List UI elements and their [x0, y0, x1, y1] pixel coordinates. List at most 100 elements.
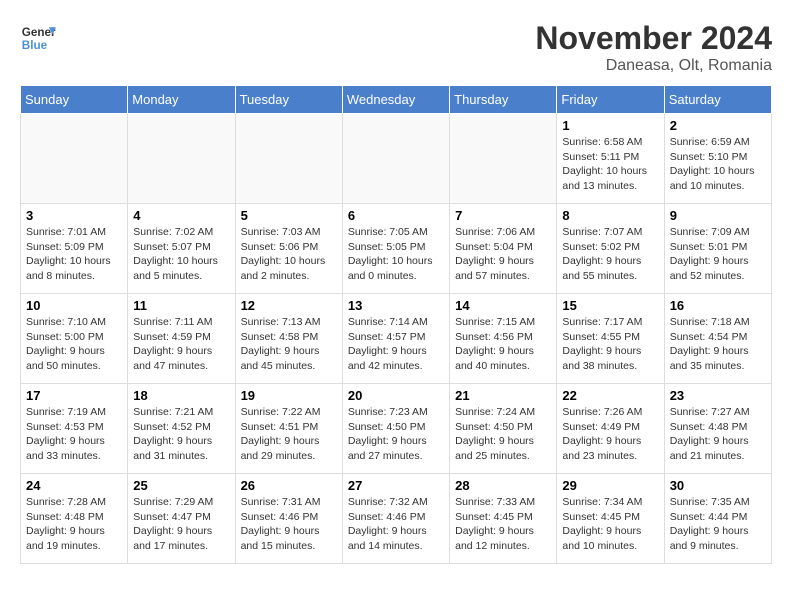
calendar-cell: 1 Sunrise: 6:58 AM Sunset: 5:11 PM Daylig… [557, 114, 664, 204]
calendar-cell: 15Sunrise: 7:17 AM Sunset: 4:55 PM Dayli… [557, 294, 664, 384]
calendar-table: Sunday Monday Tuesday Wednesday Thursday… [20, 85, 772, 564]
day-number: 30 [670, 478, 766, 493]
day-number: 17 [26, 388, 122, 403]
day-info: Sunrise: 7:01 AM Sunset: 5:09 PM Dayligh… [26, 225, 122, 284]
day-number: 24 [26, 478, 122, 493]
month-title: November 2024 [535, 20, 772, 57]
col-thursday: Thursday [450, 86, 557, 114]
day-number: 5 [241, 208, 337, 223]
calendar-cell: 2 Sunrise: 6:59 AM Sunset: 5:10 PM Daylig… [664, 114, 771, 204]
day-info: Sunrise: 7:32 AM Sunset: 4:46 PM Dayligh… [348, 495, 444, 554]
calendar-cell: 8Sunrise: 7:07 AM Sunset: 5:02 PM Daylig… [557, 204, 664, 294]
calendar-cell: 12Sunrise: 7:13 AM Sunset: 4:58 PM Dayli… [235, 294, 342, 384]
calendar-cell: 11Sunrise: 7:11 AM Sunset: 4:59 PM Dayli… [128, 294, 235, 384]
calendar-cell: 28Sunrise: 7:33 AM Sunset: 4:45 PM Dayli… [450, 474, 557, 564]
calendar-cell: 5 Sunrise: 7:03 AM Sunset: 5:06 PM Daylig… [235, 204, 342, 294]
calendar-cell: 18 Sunrise: 7:21 AM Sunset: 4:52 PM Dayli… [128, 384, 235, 474]
calendar-cell: 3 Sunrise: 7:01 AM Sunset: 5:09 PM Daylig… [21, 204, 128, 294]
day-info: Sunrise: 7:35 AM Sunset: 4:44 PM Dayligh… [670, 495, 766, 554]
day-info: Sunrise: 7:11 AM Sunset: 4:59 PM Dayligh… [133, 315, 229, 374]
day-number: 13 [348, 298, 444, 313]
day-info: Sunrise: 7:24 AM Sunset: 4:50 PM Dayligh… [455, 405, 551, 464]
day-number: 2 [670, 118, 766, 133]
logo: General Blue [20, 20, 56, 56]
calendar-cell: 6 Sunrise: 7:05 AM Sunset: 5:05 PM Daylig… [342, 204, 449, 294]
calendar-cell [235, 114, 342, 204]
calendar-cell: 9 Sunrise: 7:09 AM Sunset: 5:01 PM Daylig… [664, 204, 771, 294]
day-info: Sunrise: 6:59 AM Sunset: 5:10 PM Dayligh… [670, 135, 766, 194]
calendar-cell: 13Sunrise: 7:14 AM Sunset: 4:57 PM Dayli… [342, 294, 449, 384]
day-info: Sunrise: 7:22 AM Sunset: 4:51 PM Dayligh… [241, 405, 337, 464]
day-number: 28 [455, 478, 551, 493]
calendar-week-4: 24 Sunrise: 7:28 AM Sunset: 4:48 PM Dayli… [21, 474, 772, 564]
day-number: 26 [241, 478, 337, 493]
day-number: 3 [26, 208, 122, 223]
calendar-cell: 21 Sunrise: 7:24 AM Sunset: 4:50 PM Dayli… [450, 384, 557, 474]
day-number: 23 [670, 388, 766, 403]
day-info: Sunrise: 7:13 AM Sunset: 4:58 PM Dayligh… [241, 315, 337, 374]
day-number: 19 [241, 388, 337, 403]
col-friday: Friday [557, 86, 664, 114]
calendar-cell [342, 114, 449, 204]
calendar-cell: 27 Sunrise: 7:32 AM Sunset: 4:46 PM Dayli… [342, 474, 449, 564]
day-number: 7 [455, 208, 551, 223]
day-info: Sunrise: 7:27 AM Sunset: 4:48 PM Dayligh… [670, 405, 766, 464]
page-header: General Blue November 2024 Daneasa, Olt,… [20, 20, 772, 75]
calendar-week-0: 1 Sunrise: 6:58 AM Sunset: 5:11 PM Daylig… [21, 114, 772, 204]
day-info: Sunrise: 7:03 AM Sunset: 5:06 PM Dayligh… [241, 225, 337, 284]
day-number: 4 [133, 208, 229, 223]
day-info: Sunrise: 7:07 AM Sunset: 5:02 PM Dayligh… [562, 225, 658, 284]
location: Daneasa, Olt, Romania [535, 57, 772, 75]
calendar-cell: 17 Sunrise: 7:19 AM Sunset: 4:53 PM Dayli… [21, 384, 128, 474]
calendar-week-1: 3 Sunrise: 7:01 AM Sunset: 5:09 PM Daylig… [21, 204, 772, 294]
day-number: 9 [670, 208, 766, 223]
day-number: 6 [348, 208, 444, 223]
calendar-cell: 29Sunrise: 7:34 AM Sunset: 4:45 PM Dayli… [557, 474, 664, 564]
calendar-cell: 16Sunrise: 7:18 AM Sunset: 4:54 PM Dayli… [664, 294, 771, 384]
day-number: 10 [26, 298, 122, 313]
day-number: 21 [455, 388, 551, 403]
col-saturday: Saturday [664, 86, 771, 114]
col-monday: Monday [128, 86, 235, 114]
day-info: Sunrise: 6:58 AM Sunset: 5:11 PM Dayligh… [562, 135, 658, 194]
calendar-cell [128, 114, 235, 204]
calendar-cell: 19 Sunrise: 7:22 AM Sunset: 4:51 PM Dayli… [235, 384, 342, 474]
day-info: Sunrise: 7:29 AM Sunset: 4:47 PM Dayligh… [133, 495, 229, 554]
calendar-cell: 7 Sunrise: 7:06 AM Sunset: 5:04 PM Daylig… [450, 204, 557, 294]
day-info: Sunrise: 7:02 AM Sunset: 5:07 PM Dayligh… [133, 225, 229, 284]
col-sunday: Sunday [21, 86, 128, 114]
col-wednesday: Wednesday [342, 86, 449, 114]
day-info: Sunrise: 7:06 AM Sunset: 5:04 PM Dayligh… [455, 225, 551, 284]
calendar-cell [21, 114, 128, 204]
calendar-cell: 23 Sunrise: 7:27 AM Sunset: 4:48 PM Dayli… [664, 384, 771, 474]
day-number: 29 [562, 478, 658, 493]
calendar-cell: 25Sunrise: 7:29 AM Sunset: 4:47 PM Dayli… [128, 474, 235, 564]
day-info: Sunrise: 7:21 AM Sunset: 4:52 PM Dayligh… [133, 405, 229, 464]
day-info: Sunrise: 7:05 AM Sunset: 5:05 PM Dayligh… [348, 225, 444, 284]
calendar-week-2: 10 Sunrise: 7:10 AM Sunset: 5:00 PM Dayli… [21, 294, 772, 384]
day-number: 1 [562, 118, 658, 133]
day-info: Sunrise: 7:28 AM Sunset: 4:48 PM Dayligh… [26, 495, 122, 554]
calendar-cell: 30 Sunrise: 7:35 AM Sunset: 4:44 PM Dayli… [664, 474, 771, 564]
day-number: 18 [133, 388, 229, 403]
logo-icon: General Blue [20, 20, 56, 56]
day-info: Sunrise: 7:10 AM Sunset: 5:00 PM Dayligh… [26, 315, 122, 374]
calendar-header-row: Sunday Monday Tuesday Wednesday Thursday… [21, 86, 772, 114]
calendar-cell: 22Sunrise: 7:26 AM Sunset: 4:49 PM Dayli… [557, 384, 664, 474]
day-info: Sunrise: 7:19 AM Sunset: 4:53 PM Dayligh… [26, 405, 122, 464]
col-tuesday: Tuesday [235, 86, 342, 114]
calendar-cell: 14Sunrise: 7:15 AM Sunset: 4:56 PM Dayli… [450, 294, 557, 384]
title-block: November 2024 Daneasa, Olt, Romania [535, 20, 772, 75]
day-number: 15 [562, 298, 658, 313]
calendar-cell: 10 Sunrise: 7:10 AM Sunset: 5:00 PM Dayli… [21, 294, 128, 384]
calendar-cell: 24 Sunrise: 7:28 AM Sunset: 4:48 PM Dayli… [21, 474, 128, 564]
day-info: Sunrise: 7:18 AM Sunset: 4:54 PM Dayligh… [670, 315, 766, 374]
calendar-cell [450, 114, 557, 204]
day-number: 27 [348, 478, 444, 493]
day-info: Sunrise: 7:09 AM Sunset: 5:01 PM Dayligh… [670, 225, 766, 284]
calendar-cell: 4 Sunrise: 7:02 AM Sunset: 5:07 PM Daylig… [128, 204, 235, 294]
calendar-week-3: 17 Sunrise: 7:19 AM Sunset: 4:53 PM Dayli… [21, 384, 772, 474]
calendar-cell: 26 Sunrise: 7:31 AM Sunset: 4:46 PM Dayli… [235, 474, 342, 564]
day-number: 20 [348, 388, 444, 403]
day-info: Sunrise: 7:31 AM Sunset: 4:46 PM Dayligh… [241, 495, 337, 554]
